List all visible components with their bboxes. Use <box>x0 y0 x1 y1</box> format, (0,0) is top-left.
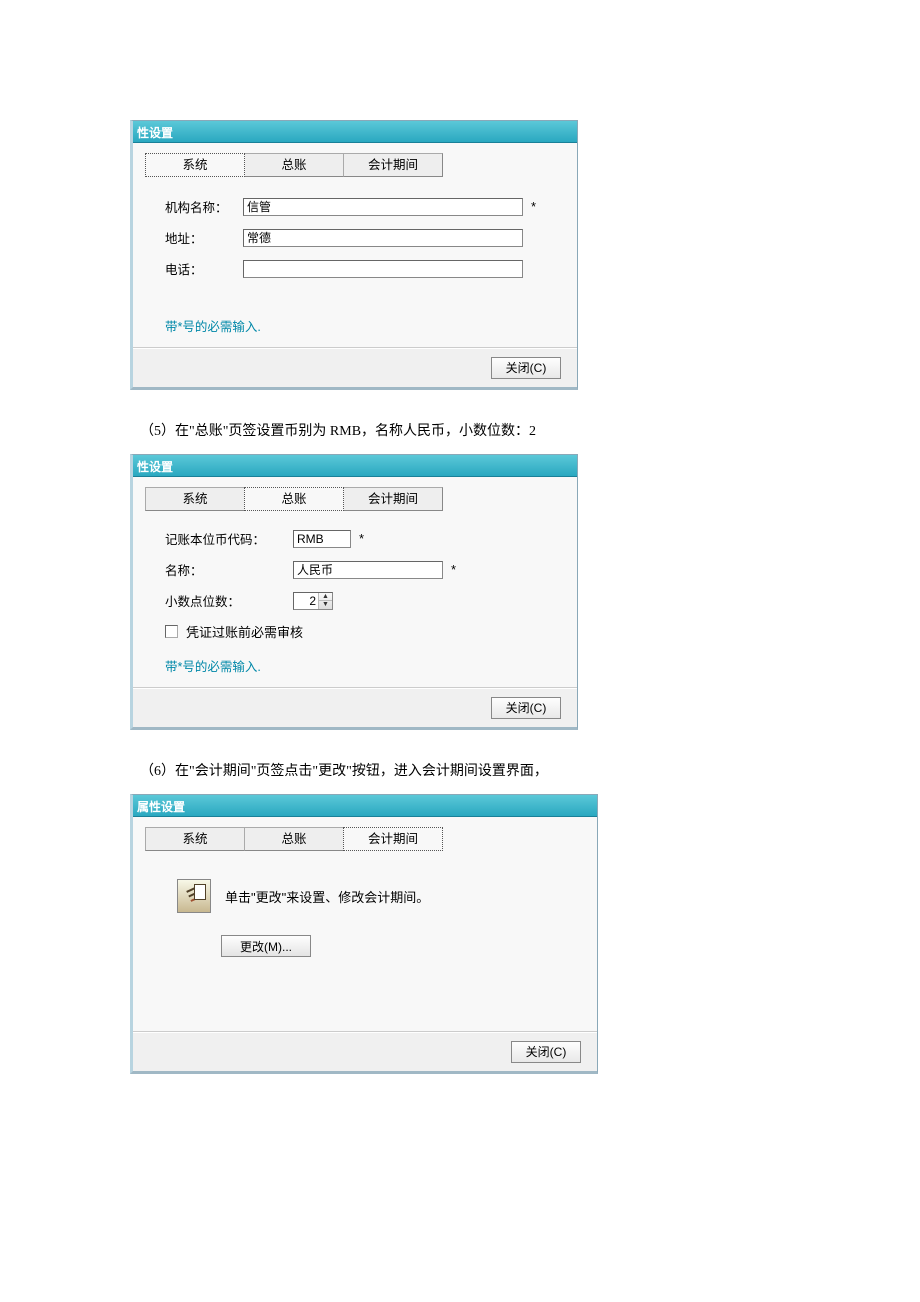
tab-accounting-period[interactable]: 会计期间 <box>343 153 443 177</box>
currency-code-input[interactable] <box>293 530 351 548</box>
phone-label: 电话： <box>165 259 243 278</box>
tab-row: 系统 总账 会计期间 <box>133 817 597 851</box>
instruction-5: （5）在"总账"页签设置币别为 RMB，名称人民币，小数位数：2 <box>140 420 790 440</box>
audit-required-label: 凭证过账前必需审核 <box>186 622 303 641</box>
title-bar: 性设置 <box>133 455 577 477</box>
tab-accounting-period[interactable]: 会计期间 <box>343 487 443 511</box>
content-panel: 单击"更改"来设置、修改会计期间。 更改(M)... <box>133 851 597 1031</box>
address-input[interactable] <box>243 229 523 247</box>
address-label: 地址： <box>165 228 243 247</box>
close-button[interactable]: 关闭(C) <box>491 357 561 379</box>
content-panel: 记账本位币代码： * 名称： * 小数点位数： ▲ ▼ 凭证过账前必需审核 带*… <box>133 511 577 687</box>
tab-general-ledger[interactable]: 总账 <box>244 827 344 851</box>
dialog-title: 性设置 <box>137 460 173 474</box>
close-button[interactable]: 关闭(C) <box>491 697 561 719</box>
org-name-input[interactable] <box>243 198 523 216</box>
modify-button[interactable]: 更改(M)... <box>221 935 311 957</box>
spinner-up-icon[interactable]: ▲ <box>319 593 332 602</box>
tab-general-ledger[interactable]: 总账 <box>244 153 344 177</box>
audit-required-checkbox[interactable] <box>165 625 178 638</box>
close-button[interactable]: 关闭(C) <box>511 1041 581 1063</box>
dialog-ledger-settings: 性设置 系统 总账 会计期间 记账本位币代码： * 名称： * 小数点位数： ▲… <box>130 454 578 730</box>
decimals-spinner[interactable]: ▲ ▼ <box>293 592 333 610</box>
required-hint: 带*号的必需输入. <box>165 316 555 335</box>
edit-note-icon <box>177 879 211 913</box>
tab-accounting-period[interactable]: 会计期间 <box>343 827 443 851</box>
dialog-footer: 关闭(C) <box>133 347 577 387</box>
dialog-system-settings: 性设置 系统 总账 会计期间 机构名称： * 地址： 电话： 带*号的必需输入.… <box>130 120 578 390</box>
tab-row: 系统 总账 会计期间 <box>133 143 577 177</box>
content-panel: 机构名称： * 地址： 电话： 带*号的必需输入. <box>133 177 577 347</box>
spinner-down-icon[interactable]: ▼ <box>319 601 332 609</box>
title-bar: 属性设置 <box>133 795 597 817</box>
currency-name-label: 名称： <box>165 560 293 579</box>
org-name-label: 机构名称： <box>165 197 243 216</box>
tab-general-ledger[interactable]: 总账 <box>244 487 344 511</box>
decimals-label: 小数点位数： <box>165 591 293 610</box>
title-bar: 性设置 <box>133 121 577 143</box>
modify-instruction-text: 单击"更改"来设置、修改会计期间。 <box>225 887 429 906</box>
required-star: * <box>451 562 456 577</box>
required-star: * <box>359 531 364 546</box>
dialog-footer: 关闭(C) <box>133 687 577 727</box>
dialog-footer: 关闭(C) <box>133 1031 597 1071</box>
required-hint: 带*号的必需输入. <box>165 656 555 675</box>
dialog-title: 性设置 <box>137 126 173 140</box>
tab-system[interactable]: 系统 <box>145 153 245 177</box>
required-star: * <box>531 199 536 214</box>
currency-code-label: 记账本位币代码： <box>165 529 293 548</box>
tab-system[interactable]: 系统 <box>145 827 245 851</box>
decimals-input[interactable] <box>294 593 318 609</box>
tab-row: 系统 总账 会计期间 <box>133 477 577 511</box>
currency-name-input[interactable] <box>293 561 443 579</box>
instruction-6: （6）在"会计期间"页签点击"更改"按钮，进入会计期间设置界面， <box>140 760 790 780</box>
dialog-title: 属性设置 <box>137 800 185 814</box>
phone-input[interactable] <box>243 260 523 278</box>
tab-system[interactable]: 系统 <box>145 487 245 511</box>
dialog-period-settings: 属性设置 系统 总账 会计期间 单击"更改"来设置、修改会计期间。 更改(M).… <box>130 794 598 1074</box>
